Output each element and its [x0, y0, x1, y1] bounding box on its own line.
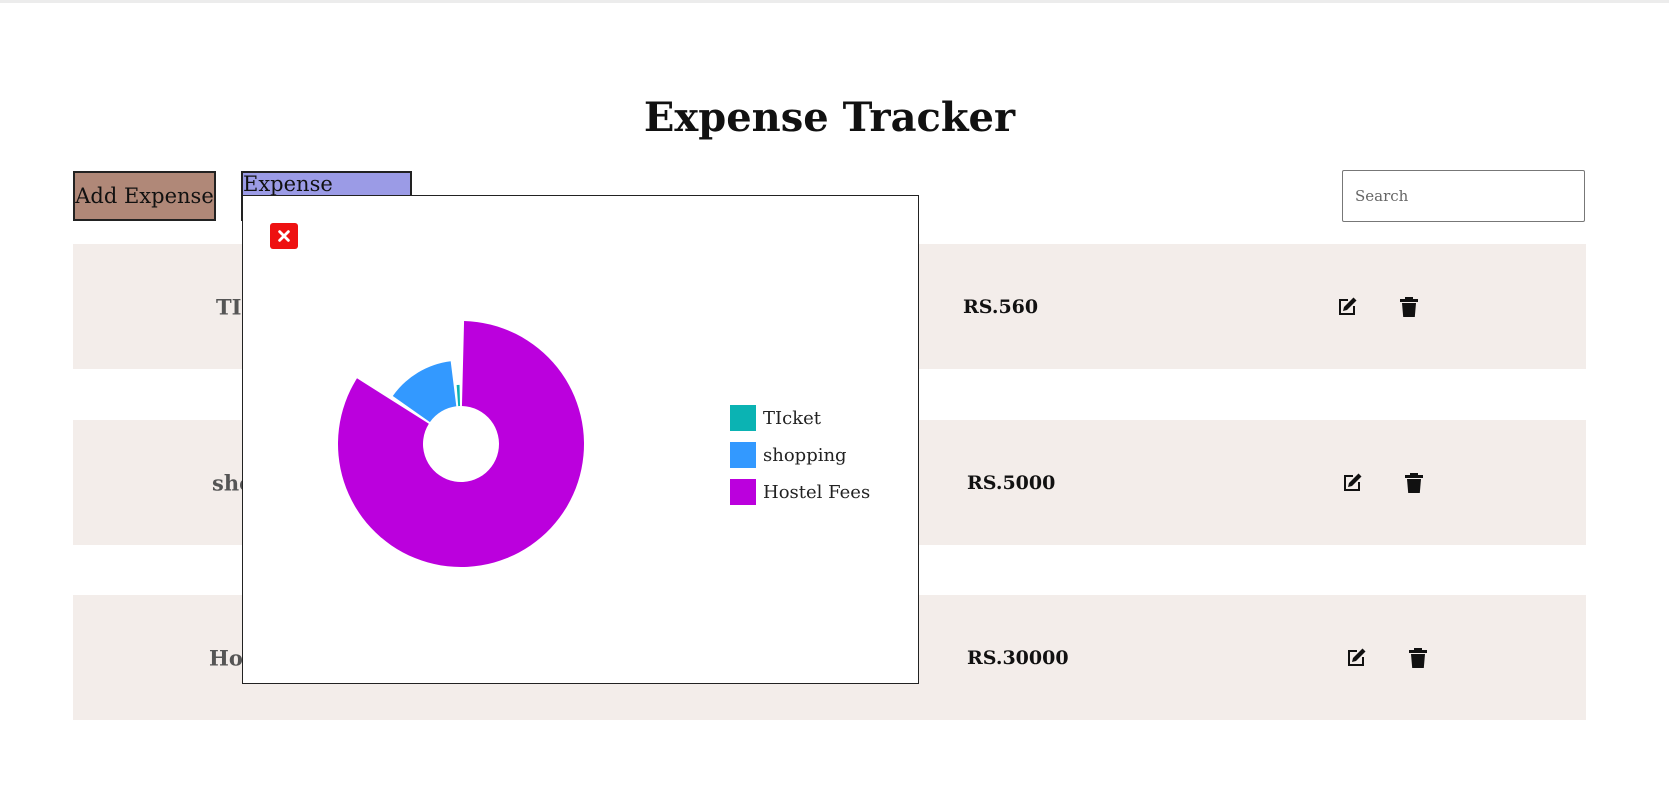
- trash-icon[interactable]: [1406, 646, 1430, 670]
- pie-slice[interactable]: [337, 321, 584, 567]
- edit-icon[interactable]: [1335, 295, 1359, 319]
- legend-item: shopping: [730, 442, 870, 468]
- chart-legend: TIcket shopping Hostel Fees: [730, 405, 870, 516]
- expense-amount: RS.560: [963, 295, 1039, 318]
- page-title: Expense Tracker: [643, 94, 1016, 141]
- legend-swatch: [730, 405, 756, 431]
- trash-icon[interactable]: [1402, 471, 1426, 495]
- expense-amount: RS.30000: [967, 646, 1069, 669]
- expense-report-modal: TIcket shopping Hostel Fees: [242, 195, 919, 684]
- add-expense-button[interactable]: Add Expense: [73, 171, 216, 221]
- legend-item: Hostel Fees: [730, 479, 870, 505]
- legend-label: Hostel Fees: [763, 481, 871, 503]
- legend-swatch: [730, 479, 756, 505]
- legend-swatch: [730, 442, 756, 468]
- search-input[interactable]: [1342, 170, 1585, 222]
- edit-icon[interactable]: [1340, 471, 1364, 495]
- legend-label: shopping: [763, 444, 847, 466]
- legend-label: TIcket: [763, 407, 821, 429]
- trash-icon[interactable]: [1397, 295, 1421, 319]
- expense-amount: RS.5000: [967, 471, 1056, 494]
- top-border: [0, 0, 1669, 3]
- pie-slice[interactable]: [456, 384, 461, 407]
- edit-icon[interactable]: [1344, 646, 1368, 670]
- legend-item: TIcket: [730, 405, 870, 431]
